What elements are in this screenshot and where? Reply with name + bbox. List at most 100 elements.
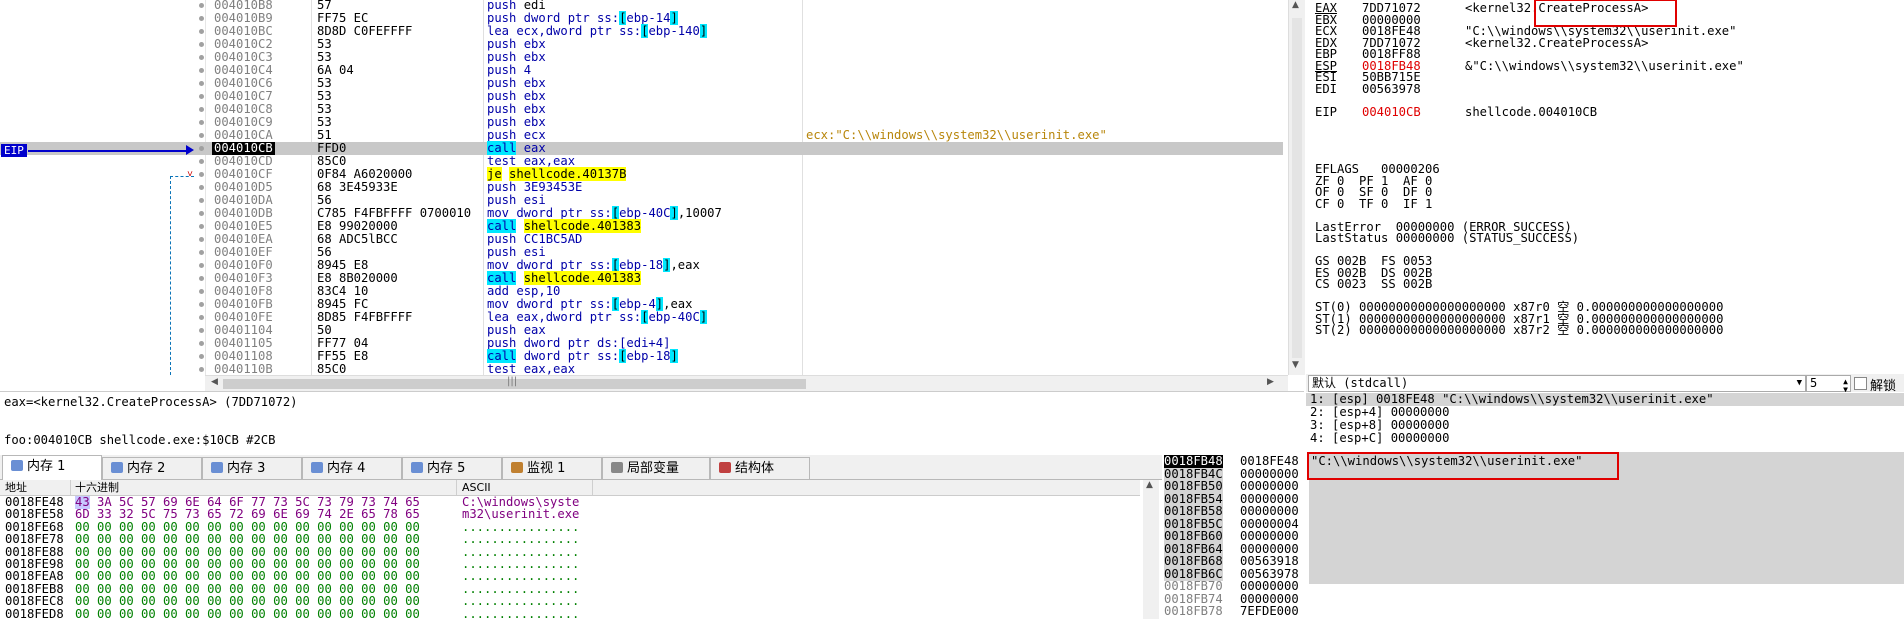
breakpoint-dot[interactable] xyxy=(199,250,204,255)
breakpoint-dot[interactable] xyxy=(199,172,204,177)
instruction-token: ] xyxy=(670,206,678,220)
register-row[interactable]: EDI 00563978 xyxy=(1307,82,1904,95)
breakpoint-dot[interactable] xyxy=(199,159,204,164)
memory-dump[interactable]: 0018FE48 43 3A 5C 57 69 6E 64 6F 77 73 5C… xyxy=(0,496,1140,619)
instruction-token: test xyxy=(487,154,524,168)
breakpoint-dot[interactable] xyxy=(199,328,204,333)
disasm-row[interactable]: 004010C3 53 push ebx xyxy=(0,51,1283,64)
breakpoint-dot[interactable] xyxy=(199,263,204,268)
instruction-token: dword ptr ss: xyxy=(516,349,620,363)
col-header-ascii[interactable]: ASCII xyxy=(462,480,491,495)
memory-hex[interactable]: 00 00 00 00 00 00 00 00 00 00 00 00 00 0… xyxy=(75,607,420,619)
breakpoint-dot[interactable] xyxy=(199,29,204,34)
breakpoint-dot[interactable] xyxy=(199,289,204,294)
disasm-row[interactable]: ˅ 004010CF 0F84 A6020000 je shellcode.40137… xyxy=(0,167,1283,181)
breakpoint-dot[interactable] xyxy=(199,302,204,307)
scroll-up-icon[interactable]: ▲ xyxy=(1146,480,1153,490)
instruction-token: call xyxy=(487,349,517,363)
disasm-row[interactable]: 0040110B 85C0 test eax,eax xyxy=(0,363,1283,375)
breakpoint-dot[interactable] xyxy=(199,81,204,86)
breakpoint-dot[interactable] xyxy=(199,354,204,359)
breakpoint-dot[interactable] xyxy=(199,224,204,229)
disasm-row[interactable]: 004010CA 51 push ecx ecx:"C:\\windows\\syst… xyxy=(0,129,1283,142)
memory-vscrollbar[interactable]: ▲ xyxy=(1143,480,1159,619)
breakpoint-dot[interactable] xyxy=(199,55,204,60)
stack-pane[interactable]: 0018FB48 0018FE48 "C:\\windows\\system32\\… xyxy=(1162,452,1904,619)
tab-2[interactable]: 内存 2 xyxy=(102,457,202,479)
disasm-row[interactable]: 004010C6 53 push ebx xyxy=(0,77,1283,90)
instruction-token: ebx xyxy=(523,50,546,64)
disasm-row[interactable]: 004010DB C785 F4FBFFFF 0700010 mov dword p… xyxy=(0,206,1283,220)
disasm-row[interactable]: 004010FE 8D85 F4FBFFFF lea eax,dword ptr s… xyxy=(0,310,1283,324)
flag-line[interactable]: CF 0 TF 0 IF 1 xyxy=(1315,197,1432,211)
scroll-right-icon[interactable]: ▶ xyxy=(1267,377,1274,387)
instruction-token: ebx xyxy=(523,115,546,129)
breakpoint-dot[interactable] xyxy=(199,94,204,99)
disasm-row[interactable]: 004010CD 85C0 test eax,eax xyxy=(0,155,1283,168)
instruction-token: ebp-4 xyxy=(619,297,656,311)
stack-row[interactable]: 0018FB78 7EFDE000 xyxy=(1162,605,1904,618)
breakpoint-dot[interactable] xyxy=(199,3,204,8)
breakpoint-dot[interactable] xyxy=(199,341,204,346)
disasm-row[interactable]: 004010F0 8945 E8 mov dword ptr ss:[ebp-18]… xyxy=(0,258,1283,272)
eip-arrow-line xyxy=(28,150,190,152)
disasm-row[interactable]: 004010C7 53 push ebx xyxy=(0,90,1283,103)
register-value[interactable]: 004010CB xyxy=(1362,105,1421,119)
breakpoint-dot[interactable] xyxy=(199,211,204,216)
call-arguments-pane[interactable]: 1: [esp] 0018FE48 "C:\\windows\\system32… xyxy=(1306,392,1904,452)
breakpoint-dot[interactable] xyxy=(199,133,204,138)
call-argument-row[interactable]: 4: [esp+C] 00000000 xyxy=(1310,432,1449,445)
breakpoint-dot[interactable] xyxy=(199,42,204,47)
register-row[interactable]: EIP 004010CB shellcode.004010CB xyxy=(1307,105,1904,119)
disasm-row[interactable]: 004010C8 53 push ebx xyxy=(0,103,1283,116)
scroll-up-icon[interactable]: ▲ xyxy=(1292,0,1299,10)
unlock-checkbox[interactable] xyxy=(1854,377,1867,390)
disasm-row[interactable]: 004010EA 68 ADC5lBCC push CC1BC5AD xyxy=(0,233,1283,246)
flag-line[interactable]: CS 0023 SS 002B xyxy=(1315,278,1432,291)
tab-7[interactable]: 局部变量 xyxy=(602,457,710,479)
disasm-row[interactable]: 00401108 FF55 E8 call dword ptr ss:[ebp-18… xyxy=(0,349,1283,363)
tab-8[interactable]: 结构体 xyxy=(710,457,810,479)
disassembly-pane[interactable]: 004010B8 57 push edi 004010B9 FF75 EC push dw… xyxy=(0,0,1288,375)
arg-count-spinner[interactable]: 5 ▲ ▼ xyxy=(1806,375,1851,394)
disasm-row[interactable]: 004010BC 8D8D C0FEFFFF lea ecx,dword ptr s… xyxy=(0,24,1283,38)
breakpoint-dot[interactable] xyxy=(199,120,204,125)
breakpoint-dot[interactable] xyxy=(199,315,204,320)
col-header-hex[interactable]: 十六进制 xyxy=(75,480,119,495)
breakpoint-dot[interactable] xyxy=(199,68,204,73)
breakpoint-dot[interactable] xyxy=(199,237,204,242)
instruction-token: push xyxy=(487,245,524,259)
tab-3[interactable]: 内存 3 xyxy=(202,457,302,479)
disasm-row[interactable]: 004010D5 68 3E45933E push 3E93453E xyxy=(0,181,1283,194)
disassembly-hscrollbar[interactable]: ◀ ||| ▶ xyxy=(205,375,1288,392)
breakpoint-dot[interactable] xyxy=(199,146,204,151)
tab-1[interactable]: 内存 1 xyxy=(2,455,102,480)
call-convention-bar: 默认 (stdcall) ▼ 5 ▲ ▼ 解锁 xyxy=(1306,374,1904,394)
registers-pane[interactable]: EAX 7DD71072 <kernel32.CreateProcessA> EBX 0… xyxy=(1307,0,1904,373)
instruction-token xyxy=(516,271,523,285)
highlight-box xyxy=(1307,452,1619,480)
call-convention-select[interactable]: 默认 (stdcall) ▼ xyxy=(1308,375,1806,392)
disasm-row[interactable]: 004010F3 E8 8B020000 call shellcode.401383 xyxy=(0,271,1283,285)
breakpoint-dot[interactable] xyxy=(199,185,204,190)
breakpoint-dot[interactable] xyxy=(199,367,204,372)
scroll-down-icon[interactable]: ▼ xyxy=(1292,360,1299,370)
flag-line[interactable]: ST(2) 00000000000000000000 x87r2 空 0.000… xyxy=(1315,324,1723,337)
tab-5[interactable]: 内存 5 xyxy=(402,457,502,479)
breakpoint-dot[interactable] xyxy=(199,16,204,21)
instruction-token: ecx xyxy=(523,128,546,142)
breakpoint-dot[interactable] xyxy=(199,107,204,112)
flag-line[interactable]: LastStatus 00000000 (STATUS_SUCCESS) xyxy=(1315,232,1579,245)
disasm-row[interactable]: 004010E5 E8 99020000 call shellcode.401383 xyxy=(0,219,1283,233)
memory-row[interactable]: 0018FED8 00 00 00 00 00 00 00 00 00 00 00… xyxy=(0,607,1140,619)
disassembly-vscrollbar[interactable]: ▲ ▼ xyxy=(1288,0,1305,375)
disasm-row[interactable]: 004010C4 6A 04 push 4 xyxy=(0,64,1283,77)
breakpoint-dot[interactable] xyxy=(199,198,204,203)
tab-6[interactable]: 监视 1 xyxy=(502,457,602,479)
col-header-address[interactable]: 地址 xyxy=(5,480,27,495)
disasm-row[interactable]: 004010C2 53 push ebx xyxy=(0,38,1283,51)
breakpoint-dot[interactable] xyxy=(199,276,204,281)
scroll-left-icon[interactable]: ◀ xyxy=(211,377,218,387)
tab-4[interactable]: 内存 4 xyxy=(302,457,402,479)
stack-value[interactable]: 7EFDE000 xyxy=(1240,605,1299,618)
